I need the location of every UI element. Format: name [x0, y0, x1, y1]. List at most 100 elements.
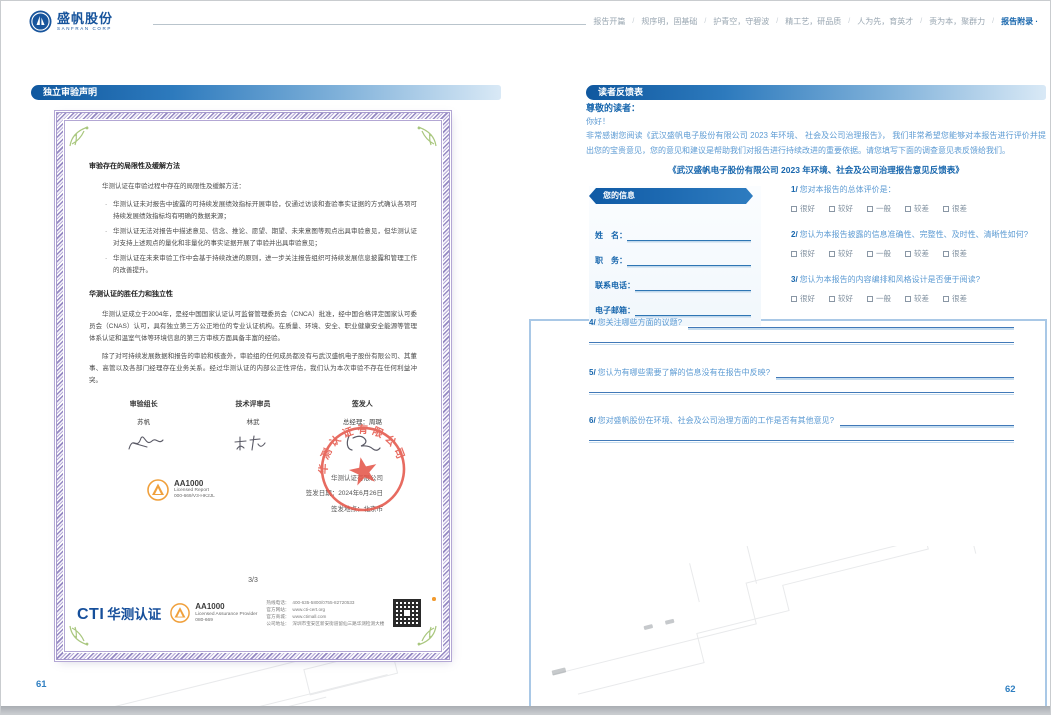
checkbox-icon[interactable]: [867, 296, 873, 302]
rating-label: 较差: [914, 248, 929, 259]
certificate-footer: CTI 华测认证 AA1000 Licensed Assurance Provi…: [77, 599, 435, 627]
competence-paragraph-1: 华测认证成立于2004年，是经中国国家认证认可监督管理委员会（CNCA）批准，经…: [89, 309, 417, 345]
rating-label: 较好: [838, 293, 853, 304]
name-label: 姓 名：: [595, 230, 627, 241]
your-info-banner: 您的信息: [589, 188, 753, 204]
report-spread: 盛帆股份 SANFRAN CORP 报告开篇 / 规序明，固基础 / 护青空，守…: [0, 0, 1051, 715]
signature-name: 林武: [230, 417, 276, 429]
reader-salutation: 尊敬的读者：: [586, 101, 640, 114]
corner-flourish-icon: [413, 623, 439, 649]
nav-item-quality[interactable]: 精工艺，研品质: [785, 16, 841, 27]
name-input-line[interactable]: [627, 231, 751, 241]
contact-label: 公司地址：: [266, 620, 289, 627]
rating-label: 很差: [952, 248, 967, 259]
rating-option[interactable]: 很好: [791, 248, 815, 259]
signature-role: 签发人: [339, 399, 385, 412]
question-6: 6/您对盛帆股份在环境、社会及公司治理方面的工作是否有其他意见?: [589, 415, 1014, 426]
question-number: 4/: [589, 318, 596, 327]
position-input-line[interactable]: [627, 256, 751, 266]
feedback-form-title: 《武汉盛帆电子股份有限公司 2023 年环境、社会及公司治理报告意见反馈表》: [586, 164, 1046, 176]
right-section-title: 读者反馈表: [586, 85, 1046, 100]
answer-line-q4[interactable]: [688, 320, 1014, 328]
nav-item-responsibility[interactable]: 责为本，聚群力: [929, 16, 985, 27]
contact-value: www.ctimall.com: [292, 613, 326, 620]
nav-separator: /: [776, 18, 778, 25]
rating-option[interactable]: 较好: [829, 248, 853, 259]
rating-option[interactable]: 较好: [829, 293, 853, 304]
checkbox-icon[interactable]: [943, 251, 949, 257]
checkbox-icon[interactable]: [867, 251, 873, 257]
aa1000-assurance-provider-badge: AA1000 Licensed Assurance Provider 080-6…: [170, 603, 257, 624]
rating-option[interactable]: 一般: [867, 293, 891, 304]
sail-logo-icon: [29, 10, 52, 33]
checkbox-icon[interactable]: [943, 206, 949, 212]
rating-option[interactable]: 很差: [943, 248, 967, 259]
position-field: 职 务：: [595, 255, 751, 266]
verification-certificate: 审验存在的局限性及缓解方法 华测认证在审验过程中存在的局限性及缓解方法： 华测认…: [57, 113, 449, 659]
answer-line-q5[interactable]: [776, 370, 1014, 378]
page-number-right: 62: [1005, 684, 1016, 695]
company-seal-stamp: 华测认证有限公司: [317, 423, 409, 515]
nav-item-talent[interactable]: 人为先，育英才: [857, 16, 913, 27]
nav-separator: /: [632, 18, 634, 25]
nav-item-opening[interactable]: 报告开篇: [593, 16, 625, 27]
rating-label: 一般: [876, 203, 891, 214]
question-5: 5/您认为有哪些需要了解的信息没有在报告中反映?: [589, 367, 1014, 378]
email-input-line[interactable]: [635, 306, 751, 316]
viewer-bottom-bar: [1, 706, 1050, 714]
rating-option[interactable]: 一般: [867, 203, 891, 214]
question-4: 4/您关注哪些方面的议题?: [589, 317, 1014, 328]
rating-options-q2: 很好 较好 一般 较差 很差: [791, 248, 1028, 259]
nav-item-environment[interactable]: 护青空，守碧波: [713, 16, 769, 27]
aa1000-subtitle: Licensed Assurance Provider: [195, 612, 257, 618]
answer-line-q6[interactable]: [840, 418, 1014, 426]
aa1000-licensed-report-badge: AA1000 Licensed Report 000-669/V3-HK2JL: [147, 479, 215, 501]
rating-option[interactable]: 很差: [943, 293, 967, 304]
rating-options-q1: 很好 较好 一般 较差 很差: [791, 203, 967, 214]
rating-option[interactable]: 很差: [943, 203, 967, 214]
nav-separator: /: [920, 18, 922, 25]
checkbox-icon[interactable]: [791, 251, 797, 257]
checkbox-icon[interactable]: [829, 206, 835, 212]
cti-mark-text: CTI: [77, 606, 104, 624]
certificate-page-marker: 3/3: [63, 577, 443, 584]
rating-option[interactable]: 较差: [905, 203, 929, 214]
contact-label: 热线电话：: [266, 599, 289, 606]
nav-item-governance[interactable]: 规序明，固基础: [641, 16, 697, 27]
rating-option[interactable]: 很好: [791, 203, 815, 214]
rating-option[interactable]: 较差: [905, 293, 929, 304]
rating-option[interactable]: 很好: [791, 293, 815, 304]
answer-line-q5-continued[interactable]: [589, 392, 1014, 393]
question-1: 1/您对本报告的总体评价是： 很好 较好 一般 较差 很差: [791, 184, 967, 214]
nav-item-appendix-active[interactable]: 报告附录 ·: [1001, 16, 1038, 27]
signature-role: 审验组长: [121, 399, 167, 412]
aa1000-license-number: 000-669/V3-HK2JL: [174, 494, 215, 500]
handwritten-signature: [230, 431, 276, 455]
checkbox-icon[interactable]: [829, 296, 835, 302]
feedback-intro-paragraph: 非常感谢您阅读《武汉盛帆电子股份有限公司 2023 年环境、 社会及公司治理报告…: [586, 129, 1046, 159]
answer-line-q6-continued[interactable]: [589, 440, 1014, 441]
competence-paragraph-2: 除了对可持续发展数据和报告的审验和核查外，审验组的任何成员都没有与武汉盛帆电子股…: [89, 351, 417, 387]
answer-line-q4-continued[interactable]: [589, 342, 1014, 343]
checkbox-icon[interactable]: [791, 206, 797, 212]
header-divider: [153, 24, 586, 25]
phone-field: 联系电话：: [595, 280, 751, 291]
phone-input-line[interactable]: [635, 281, 751, 291]
rating-option[interactable]: 较好: [829, 203, 853, 214]
checkbox-icon[interactable]: [867, 206, 873, 212]
reader-greeting: 你好！: [586, 116, 610, 127]
page-number-left: 61: [36, 679, 47, 690]
checkbox-icon[interactable]: [943, 296, 949, 302]
checkbox-icon[interactable]: [829, 251, 835, 257]
checkbox-icon[interactable]: [905, 206, 911, 212]
checkbox-icon[interactable]: [905, 251, 911, 257]
contact-value: 400-635-5800/0755-82720533: [292, 599, 354, 606]
question-text: 您关注哪些方面的议题?: [598, 318, 682, 327]
question-text: 您对本报告的总体评价是：: [800, 185, 896, 194]
checkbox-icon[interactable]: [791, 296, 797, 302]
question-text: 您认为本报告的内容编排和风格设计是否便于阅读?: [800, 275, 980, 284]
name-field: 姓 名：: [595, 230, 751, 241]
checkbox-icon[interactable]: [905, 296, 911, 302]
rating-option[interactable]: 一般: [867, 248, 891, 259]
rating-option[interactable]: 较差: [905, 248, 929, 259]
